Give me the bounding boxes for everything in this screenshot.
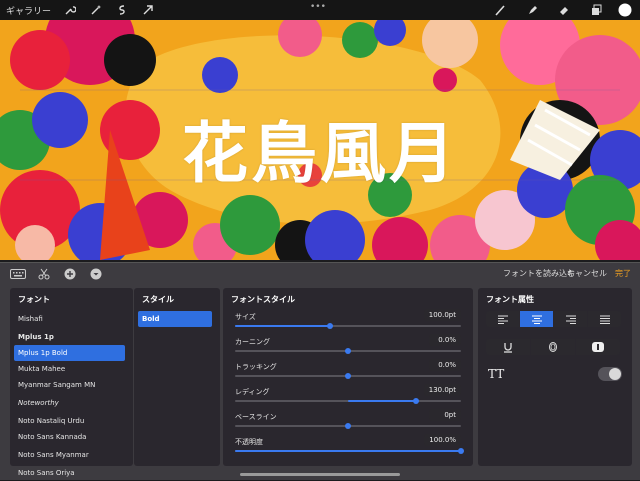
style-header: スタイル (142, 295, 174, 304)
underline-icon (504, 343, 512, 353)
font-item-noto-sans-myanmar[interactable]: Noto Sans Myanmar (10, 447, 133, 463)
opacity-value-field[interactable]: 100.0% (424, 434, 461, 446)
size-slider-row: サイズ 100.0pt (223, 309, 473, 334)
align-right-button[interactable] (554, 311, 587, 327)
font-list-header: フォント (18, 295, 50, 304)
panel-toolbar: フォントを読み込む キャンセル 完了 (0, 263, 640, 285)
size-label: サイズ (235, 313, 256, 321)
tracking-slider-row: トラッキング 0.0% (223, 359, 473, 384)
tracking-slider[interactable] (235, 373, 461, 379)
background-fill-icon (592, 342, 604, 352)
magic-wand-icon[interactable] (89, 3, 103, 17)
align-justify-icon (599, 315, 610, 324)
smudge-icon[interactable] (525, 3, 539, 17)
eraser-icon[interactable] (557, 3, 571, 17)
home-indicator[interactable] (240, 473, 400, 476)
brush-icon[interactable] (493, 3, 507, 17)
font-item-noto-nastaliq-urdu[interactable]: Noto Nastaliq Urdu (10, 413, 133, 429)
font-item-mplus-1p[interactable]: Mplus 1p (10, 329, 133, 345)
leading-value-field[interactable]: 130.0pt (423, 384, 461, 396)
add-icon[interactable] (62, 268, 78, 280)
dropdown-icon[interactable] (88, 268, 104, 280)
font-attributes-column: フォント属性 TT (478, 288, 632, 466)
alignment-segmented-control (486, 311, 624, 327)
style-item-bold[interactable]: Bold (138, 311, 212, 327)
cancel-button[interactable]: キャンセル (567, 268, 607, 279)
selection-icon[interactable] (115, 3, 129, 17)
kerning-slider-knob[interactable] (345, 348, 351, 354)
kerning-value-field[interactable]: 0.0% (429, 334, 461, 346)
gallery-button[interactable]: ギャラリー (0, 0, 57, 20)
align-left-icon (497, 315, 508, 324)
style-column: スタイル Bold (134, 288, 220, 466)
font-list-column: フォント Mishafi Mplus 1p Mplus 1p Bold Mukt… (10, 288, 133, 477)
size-slider-knob[interactable] (326, 323, 333, 329)
wrench-icon[interactable] (63, 3, 77, 17)
transform-arrow-icon[interactable] (141, 3, 155, 17)
canvas-text-layer[interactable]: 花鳥風月 (0, 100, 640, 196)
baseline-slider-knob[interactable] (345, 423, 351, 429)
all-caps-label: TT (488, 367, 505, 381)
opacity-slider-knob[interactable] (458, 448, 464, 454)
done-button[interactable]: 完了 (615, 268, 631, 279)
color-swatch-icon[interactable] (618, 3, 632, 17)
baseline-value-field[interactable]: 0pt (429, 409, 461, 421)
opacity-slider[interactable] (235, 448, 464, 454)
baseline-slider-row: ベースライン 0pt (223, 409, 473, 434)
kerning-label: カーニング (235, 338, 270, 346)
import-fonts-button[interactable]: フォントを読み込む (503, 268, 575, 279)
decoration-segmented-control (486, 339, 624, 355)
layers-icon[interactable] (589, 3, 603, 17)
font-item-noto-sans-oriya[interactable]: Noto Sans Oriya (10, 465, 133, 481)
font-attributes-header: フォント属性 (486, 295, 534, 304)
cut-icon[interactable] (36, 268, 52, 280)
font-item-mplus-1p-bold[interactable]: Mplus 1p Bold (14, 345, 125, 361)
leading-slider-knob[interactable] (412, 398, 419, 404)
opacity-slider-row: 不透明度 100.0% (223, 434, 473, 459)
canvas-artwork[interactable]: 花鳥風月 (0, 20, 640, 260)
keyboard-icon[interactable] (10, 268, 26, 280)
font-item-myanmar-sangam-mn[interactable]: Myanmar Sangam MN (10, 377, 133, 393)
leading-label: レディング (235, 388, 270, 396)
font-item-mishafi[interactable]: Mishafi (10, 311, 133, 327)
underline-button[interactable] (486, 339, 530, 355)
outline-button[interactable] (531, 339, 575, 355)
kerning-slider-row: カーニング 0.0% (223, 334, 473, 359)
align-justify-button[interactable] (588, 311, 621, 327)
more-menu-handle[interactable]: ••• (310, 2, 326, 12)
opacity-label: 不透明度 (235, 438, 263, 446)
outline-icon (549, 342, 557, 352)
kerning-slider[interactable] (235, 348, 461, 354)
all-caps-row: TT (478, 361, 632, 391)
tracking-value-field[interactable]: 0.0% (429, 359, 461, 371)
font-item-noteworthy[interactable]: Noteworthy (10, 395, 133, 411)
baseline-label: ベースライン (235, 413, 277, 421)
tracking-slider-knob[interactable] (345, 373, 351, 379)
align-center-icon (531, 315, 542, 324)
font-style-header: フォントスタイル (231, 295, 295, 304)
tracking-label: トラッキング (235, 363, 277, 371)
font-item-mukta-mahee[interactable]: Mukta Mahee (10, 361, 133, 377)
font-style-column: フォントスタイル サイズ 100.0pt カーニング 0.0% トラッキング 0… (223, 288, 473, 466)
all-caps-toggle-knob (609, 368, 621, 380)
align-right-icon (565, 315, 576, 324)
size-value-field[interactable]: 100.0pt (423, 309, 461, 321)
leading-slider[interactable] (235, 398, 461, 404)
baseline-slider[interactable] (235, 423, 461, 429)
align-center-button[interactable] (520, 311, 553, 327)
leading-slider-row: レディング 130.0pt (223, 384, 473, 409)
background-fill-button[interactable] (576, 339, 620, 355)
top-toolbar: ギャラリー ••• (0, 0, 640, 20)
text-edit-panel: フォントを読み込む キャンセル 完了 フォント Mishafi Mplus 1p… (0, 262, 640, 480)
all-caps-toggle[interactable] (598, 367, 622, 381)
font-item-noto-sans-kannada[interactable]: Noto Sans Kannada (10, 429, 133, 445)
size-slider[interactable] (235, 323, 461, 329)
align-left-button[interactable] (486, 311, 519, 327)
font-list: Mishafi Mplus 1p Mplus 1p Bold Mukta Mah… (10, 311, 133, 481)
